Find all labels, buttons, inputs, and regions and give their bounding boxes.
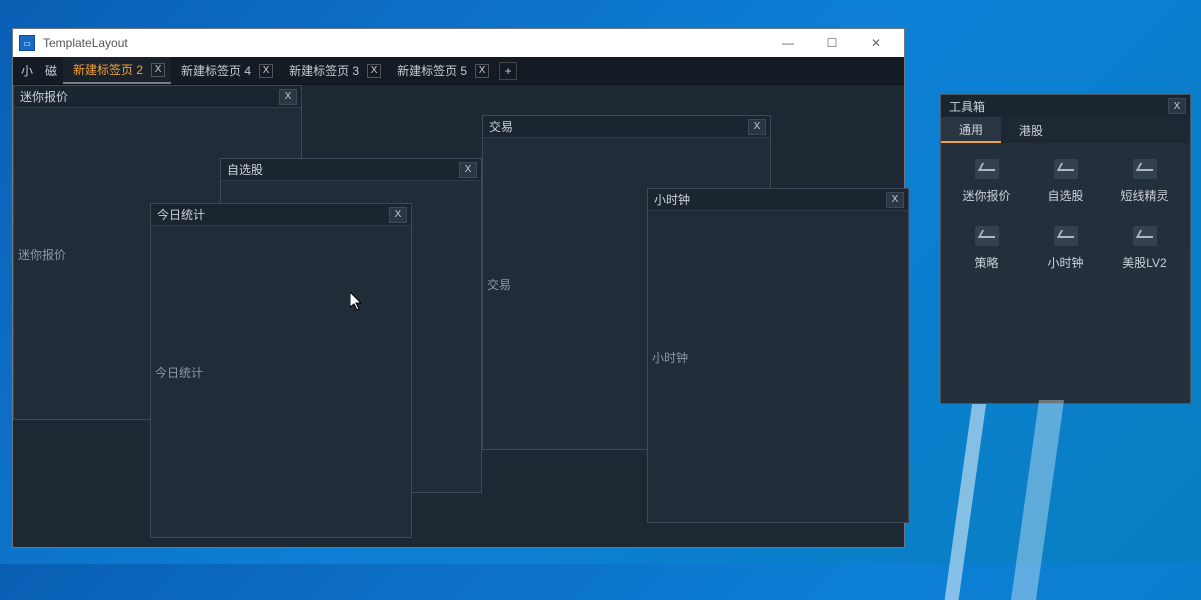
panel-body: 今日统计 — [151, 226, 411, 238]
tool-item-shortline[interactable]: 短线精灵 — [1105, 159, 1184, 204]
main-window: ▭ TemplateLayout — ☐ ✕ 小 磁 新建标签页 2 X 新建标… — [12, 28, 905, 548]
tool-item-mini-quote[interactable]: 迷你报价 — [947, 159, 1026, 204]
window-title: TemplateLayout — [43, 36, 128, 50]
panel-header[interactable]: 交易 X — [483, 116, 770, 138]
panel-close-icon[interactable]: X — [389, 207, 407, 223]
panel-title: 迷你报价 — [20, 88, 279, 105]
panel-body-label: 今日统计 — [155, 364, 203, 381]
toolbox-tab-hk[interactable]: 港股 — [1001, 117, 1061, 143]
toolbox-header[interactable]: 工具箱 X — [941, 95, 1190, 117]
tab-label: 新建标签页 3 — [289, 62, 359, 79]
maximize-button[interactable]: ☐ — [810, 29, 854, 57]
chart-icon — [1133, 159, 1157, 179]
panel-body: 交易 — [483, 138, 770, 150]
tool-label: 自选股 — [1047, 187, 1083, 204]
tab-close-icon[interactable]: X — [475, 64, 489, 78]
panel-today-stats[interactable]: 今日统计 X 今日统计 — [150, 203, 412, 538]
tool-label: 短线精灵 — [1120, 187, 1168, 204]
panel-body-label: 小时钟 — [652, 349, 688, 366]
titlebar: ▭ TemplateLayout — ☐ ✕ — [13, 29, 904, 57]
tab-new-2[interactable]: 新建标签页 2 X — [63, 57, 171, 84]
panel-body: 小时钟 — [648, 211, 908, 223]
tabstrip-btn-magnet[interactable]: 磁 — [39, 62, 63, 79]
tool-label: 迷你报价 — [962, 187, 1010, 204]
panel-body-label: 迷你报价 — [18, 246, 66, 263]
panel-close-icon[interactable]: X — [748, 119, 766, 135]
toolbox-window[interactable]: 工具箱 X 通用 港股 迷你报价 自选股 短线精灵 策略 小时钟 美股LV2 — [940, 94, 1191, 404]
toolbox-tab-general[interactable]: 通用 — [941, 117, 1001, 143]
tool-label: 小时钟 — [1047, 254, 1083, 271]
panel-header[interactable]: 今日统计 X — [151, 204, 411, 226]
toolbox-close-icon[interactable]: X — [1168, 98, 1186, 114]
tabstrip: 小 磁 新建标签页 2 X 新建标签页 4 X 新建标签页 3 X 新建标签页 … — [13, 57, 904, 85]
panel-header[interactable]: 自选股 X — [221, 159, 481, 181]
panel-close-icon[interactable]: X — [886, 192, 904, 208]
tab-close-icon[interactable]: X — [151, 63, 165, 77]
tool-item-strategy[interactable]: 策略 — [947, 226, 1026, 271]
close-button[interactable]: ✕ — [854, 29, 898, 57]
add-tab-button[interactable]: + — [499, 62, 517, 80]
panel-body: 迷你报价 — [14, 108, 301, 120]
tab-close-icon[interactable]: X — [367, 64, 381, 78]
tab-new-3[interactable]: 新建标签页 3 X — [279, 57, 387, 84]
canvas: 迷你报价 X 迷你报价 自选股 X 今日统计 X 今日统计 — [13, 85, 904, 547]
toolbox-tabs: 通用 港股 — [941, 117, 1190, 143]
toolbox-title: 工具箱 — [949, 98, 1168, 115]
panel-title: 交易 — [489, 118, 748, 135]
app-icon: ▭ — [19, 35, 35, 51]
panel-small-clock[interactable]: 小时钟 X 小时钟 — [647, 188, 909, 523]
panel-body — [221, 181, 481, 193]
tab-label: 新建标签页 5 — [397, 62, 467, 79]
panel-title: 今日统计 — [157, 206, 389, 223]
toolbox-tab-label: 港股 — [1019, 122, 1043, 139]
chart-icon — [1133, 226, 1157, 246]
toolbox-tab-label: 通用 — [959, 121, 983, 138]
tool-item-small-clock[interactable]: 小时钟 — [1026, 226, 1105, 271]
tab-new-5[interactable]: 新建标签页 5 X — [387, 57, 495, 84]
panel-title: 自选股 — [227, 161, 459, 178]
toolbox-grid: 迷你报价 自选股 短线精灵 策略 小时钟 美股LV2 — [941, 143, 1190, 287]
tab-new-4[interactable]: 新建标签页 4 X — [171, 57, 279, 84]
chart-icon — [975, 226, 999, 246]
panel-header[interactable]: 迷你报价 X — [14, 86, 301, 108]
tab-label: 新建标签页 4 — [181, 62, 251, 79]
tool-label: 美股LV2 — [1122, 254, 1166, 271]
minimize-button[interactable]: — — [766, 29, 810, 57]
chart-icon — [1054, 226, 1078, 246]
tab-close-icon[interactable]: X — [259, 64, 273, 78]
panel-body-label: 交易 — [487, 276, 511, 293]
chart-icon — [1054, 159, 1078, 179]
tool-item-watchlist[interactable]: 自选股 — [1026, 159, 1105, 204]
panel-header[interactable]: 小时钟 X — [648, 189, 908, 211]
tabstrip-btn-small[interactable]: 小 — [15, 62, 39, 79]
tool-label: 策略 — [974, 254, 998, 271]
panel-close-icon[interactable]: X — [279, 89, 297, 105]
tool-item-us-lv2[interactable]: 美股LV2 — [1105, 226, 1184, 271]
chart-icon — [975, 159, 999, 179]
panel-title: 小时钟 — [654, 191, 886, 208]
panel-close-icon[interactable]: X — [459, 162, 477, 178]
tab-label: 新建标签页 2 — [73, 61, 143, 78]
